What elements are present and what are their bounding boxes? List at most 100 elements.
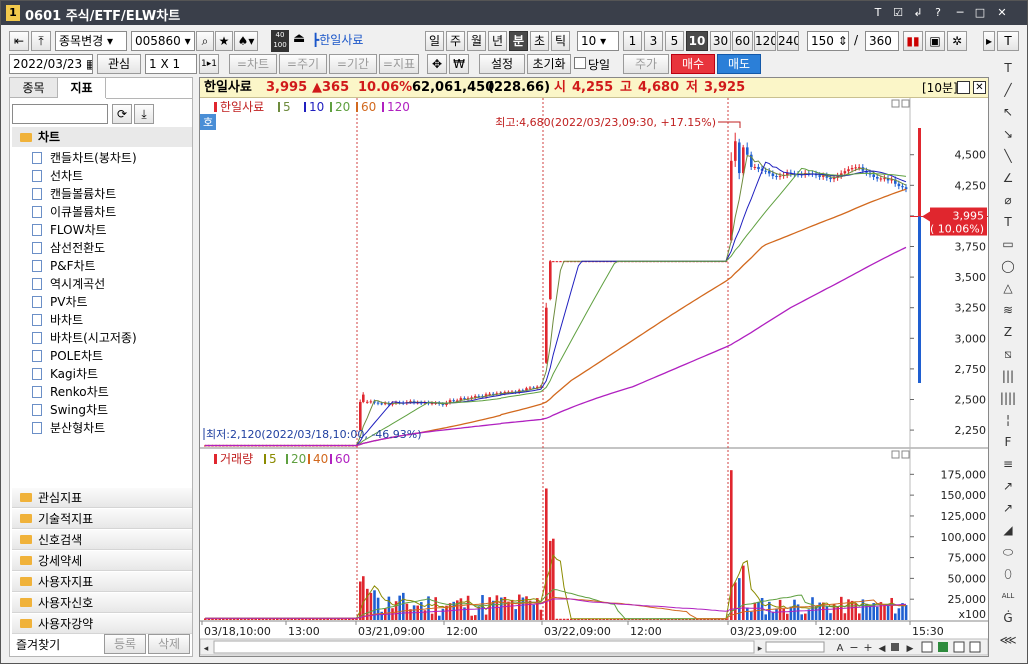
minimize-icon[interactable]: ─ bbox=[953, 6, 967, 20]
indicator-sync-button[interactable]: =지표 bbox=[379, 54, 419, 74]
chart-type-item[interactable]: 역시계곡선 bbox=[32, 275, 105, 293]
indicator-category[interactable]: 사용자지표 bbox=[12, 572, 192, 592]
vertical-lines-icon[interactable]: |||| bbox=[998, 389, 1018, 407]
chart-type-item[interactable]: 캔들볼륨차트 bbox=[32, 185, 116, 203]
interest-button[interactable]: 관심 bbox=[97, 54, 141, 74]
one-by-one-button[interactable]: 1▸1 bbox=[199, 54, 219, 74]
period-tick[interactable]: 틱 bbox=[551, 31, 570, 51]
rectangle-icon[interactable]: ▭ bbox=[998, 235, 1018, 253]
period-day[interactable]: 일 bbox=[425, 31, 444, 51]
chart-canvas[interactable]: 4,5004,2504,0003,7503,5003,2503,0002,750… bbox=[200, 98, 988, 656]
indicator-category[interactable]: 관심지표 bbox=[12, 488, 192, 508]
total-count-input[interactable]: 360 bbox=[865, 31, 899, 51]
chart-type-item[interactable]: Kagi차트 bbox=[32, 365, 98, 383]
chart-type-item[interactable]: POLE차트 bbox=[32, 347, 103, 365]
fibo-lines-icon[interactable]: ¦ bbox=[998, 411, 1018, 429]
ellipse-icon[interactable]: ⬭ bbox=[998, 543, 1018, 561]
sameday-checkbox[interactable] bbox=[574, 57, 586, 69]
interval-240[interactable]: 240 bbox=[777, 31, 799, 51]
chart-area[interactable]: 한일사료 3,995 ▲365 10.06% 62,061,450 (228.6… bbox=[199, 77, 989, 657]
fill-icon[interactable]: ◢ bbox=[998, 521, 1018, 539]
first-icon[interactable]: ⇤ bbox=[9, 31, 29, 51]
period-year[interactable]: 년 bbox=[488, 31, 507, 51]
text-tool-icon[interactable]: T bbox=[998, 59, 1018, 77]
chart-type-item[interactable]: 삼선전환도 bbox=[32, 239, 105, 257]
refresh-icon[interactable]: ⟳ bbox=[112, 104, 132, 124]
eraser-icon[interactable]: ⌀ bbox=[998, 191, 1018, 209]
chart-type-item[interactable]: PV차트 bbox=[32, 293, 88, 311]
chart-type-item[interactable]: P&F차트 bbox=[32, 257, 96, 275]
pen-icon[interactable]: ╱ bbox=[998, 81, 1018, 99]
upload-icon[interactable]: ⤒ bbox=[31, 31, 51, 51]
star-icon[interactable]: ★ bbox=[215, 31, 233, 51]
sell-button[interactable]: 매도 bbox=[717, 54, 761, 74]
section-chart[interactable]: 차트 bbox=[12, 127, 192, 147]
cycle-lines-icon[interactable]: ||| bbox=[998, 367, 1018, 385]
tab-indicator[interactable]: 지표 bbox=[58, 78, 106, 98]
interval-3[interactable]: 3 bbox=[644, 31, 663, 51]
layout-select[interactable]: 1 X 1 bbox=[145, 54, 197, 74]
period-month[interactable]: 월 bbox=[467, 31, 486, 51]
period-minute[interactable]: 분 bbox=[509, 31, 528, 51]
interval-10[interactable]: 10 bbox=[686, 31, 708, 51]
zigzag-icon[interactable]: Z bbox=[998, 323, 1018, 341]
minute-box-icon[interactable]: 40 100 bbox=[271, 30, 289, 52]
chart-type-item[interactable]: 선차트 bbox=[32, 167, 83, 185]
indicator-category[interactable]: 사용자강약 bbox=[12, 614, 192, 634]
interval-1[interactable]: 1 bbox=[623, 31, 642, 51]
interval-5[interactable]: 5 bbox=[665, 31, 684, 51]
indicator-search-input[interactable] bbox=[12, 104, 108, 124]
line-icon[interactable]: ╲ bbox=[998, 147, 1018, 165]
interval-120[interactable]: 120 bbox=[754, 31, 776, 51]
delete-button[interactable]: 삭제 bbox=[148, 634, 190, 654]
save-icon[interactable]: ▣ bbox=[925, 31, 945, 51]
chart-sync-button[interactable]: =차트 bbox=[229, 54, 277, 74]
chart-type-item[interactable]: Renko차트 bbox=[32, 383, 109, 401]
interval-60[interactable]: 60 bbox=[732, 31, 753, 51]
buy-button[interactable]: 매수 bbox=[671, 54, 715, 74]
period-week[interactable]: 주 bbox=[446, 31, 465, 51]
candles-icon[interactable]: ▮▮ bbox=[903, 31, 923, 51]
settings-button[interactable]: 설정 bbox=[479, 54, 525, 74]
date-input[interactable]: 2022/03/23 ▦ bbox=[9, 54, 93, 74]
triangle-icon[interactable]: △ bbox=[998, 279, 1018, 297]
indicator-category[interactable]: 기술적지표 bbox=[12, 509, 192, 529]
chart-type-item[interactable]: 캔들차트(봉차트) bbox=[32, 149, 137, 167]
eraser-shape-icon[interactable]: ⬯ bbox=[998, 565, 1018, 583]
chart-type-item[interactable]: Swing차트 bbox=[32, 401, 108, 419]
chart-type-item[interactable]: 분산형차트 bbox=[32, 419, 105, 437]
channel-icon[interactable]: ≋ bbox=[998, 301, 1018, 319]
indicator-category[interactable]: 사용자신호 bbox=[12, 593, 192, 613]
speaker-icon[interactable]: ⏏ bbox=[293, 31, 309, 51]
fibo-fan-icon[interactable]: F bbox=[998, 433, 1018, 451]
pointer-icon[interactable]: ↘ bbox=[998, 125, 1018, 143]
indicator-category[interactable]: 신호검색 bbox=[12, 530, 192, 550]
won-icon[interactable]: ₩ bbox=[449, 54, 469, 74]
maximize-icon[interactable]: □ bbox=[973, 6, 987, 20]
chart-close-icon[interactable]: ✕ bbox=[973, 81, 986, 94]
search-icon[interactable]: ⌕ bbox=[196, 31, 214, 51]
text-label-icon[interactable]: T bbox=[998, 213, 1018, 231]
trend-arrow-icon[interactable]: ↗ bbox=[998, 477, 1018, 495]
text-tool-icon[interactable]: T bbox=[871, 6, 885, 20]
pattern-icon[interactable]: ⋘ bbox=[998, 631, 1018, 649]
download-icon[interactable]: ⤓ bbox=[134, 104, 154, 124]
period-sync-button[interactable]: =주기 bbox=[279, 54, 327, 74]
cursor-icon[interactable]: ↖ bbox=[998, 103, 1018, 121]
check-icon[interactable]: ☑ bbox=[891, 6, 905, 20]
reset-button[interactable]: 초기화 bbox=[527, 54, 571, 74]
gann-lines-icon[interactable]: ≡ bbox=[998, 455, 1018, 473]
range-sync-button[interactable]: =기간 bbox=[329, 54, 377, 74]
text-icon[interactable]: T bbox=[997, 31, 1019, 51]
arrow-icon[interactable]: ↗ bbox=[998, 499, 1018, 517]
stock-change-select[interactable]: 종목변경 ▾ bbox=[55, 31, 127, 51]
stock-name-field[interactable]: ┣한일사료 bbox=[309, 31, 419, 51]
help-icon[interactable]: ? bbox=[931, 6, 945, 20]
close-icon[interactable]: ✕ bbox=[995, 6, 1009, 20]
period-second[interactable]: 초 bbox=[530, 31, 549, 51]
magnet-icon[interactable]: Ġ bbox=[998, 609, 1018, 627]
indicator-category[interactable]: 강세약세 bbox=[12, 551, 192, 571]
delete-all-icon[interactable]: ALL bbox=[998, 587, 1018, 605]
link-icon[interactable]: ↲ bbox=[911, 6, 925, 20]
interval-select[interactable]: 10 ▾ bbox=[577, 31, 619, 51]
